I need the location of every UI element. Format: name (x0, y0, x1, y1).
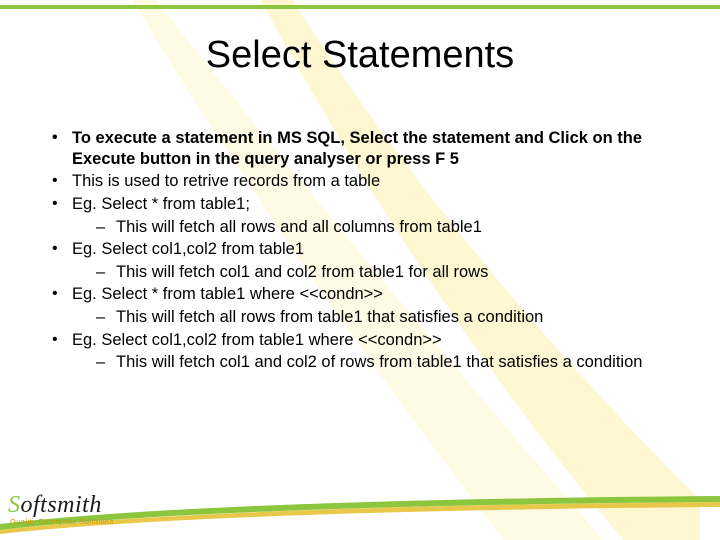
bullet-text: Eg. Select * from table1 where <<condn>> (72, 285, 383, 303)
bullet-usage: This is used to retrive records from a t… (46, 171, 680, 192)
bullet-example-select-all: Eg. Select * from table1; This will fetc… (46, 194, 680, 237)
top-accent-bar (0, 5, 720, 9)
bullet-execute-instruction: To execute a statement in MS SQL, Select… (46, 128, 680, 169)
slide-body: To execute a statement in MS SQL, Select… (46, 128, 680, 375)
logo-wordmark: Softsmith (8, 492, 114, 519)
bullet-example-select-cols: Eg. Select col1,col2 from table1 This wi… (46, 239, 680, 282)
bullet-text: Eg. Select col1,col2 from table1 (72, 240, 304, 258)
subbullet-where-explain: This will fetch all rows from table1 tha… (72, 307, 680, 328)
bullet-text: Eg. Select * from table1; (72, 195, 250, 213)
softsmith-logo: Softsmith Quality Enterprise Solutions (8, 492, 114, 526)
bullet-example-where-cols: Eg. Select col1,col2 from table1 where <… (46, 330, 680, 373)
subbullet-where-cols-explain: This will fetch col1 and col2 of rows fr… (72, 352, 680, 373)
subbullet-select-cols-explain: This will fetch col1 and col2 from table… (72, 262, 680, 283)
subbullet-select-all-explain: This will fetch all rows and all columns… (72, 217, 680, 238)
bullet-text: Eg. Select col1,col2 from table1 where <… (72, 331, 442, 349)
bullet-example-where: Eg. Select * from table1 where <<condn>>… (46, 284, 680, 327)
logo-tagline: Quality Enterprise Solutions (8, 517, 114, 526)
slide-title: Select Statements (0, 34, 720, 77)
